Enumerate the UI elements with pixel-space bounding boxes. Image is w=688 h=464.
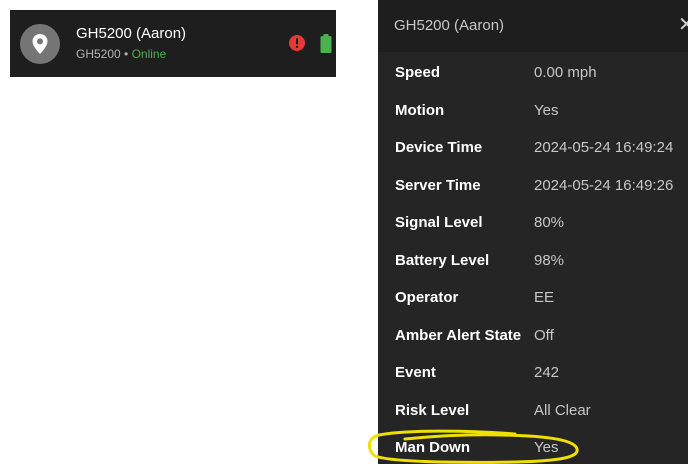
row-label: Motion: [395, 101, 445, 119]
row-label: Risk Level: [395, 401, 470, 419]
battery-full-icon[interactable]: [320, 34, 332, 53]
info-row-speed: Speed 0.00 mph: [378, 54, 688, 92]
row-value: 80%: [534, 214, 565, 231]
row-label: Amber Alert State: [395, 326, 522, 344]
highlight-circle: [368, 429, 579, 464]
close-icon[interactable]: ✕: [678, 15, 688, 35]
row-value: 98%: [534, 251, 565, 269]
map-pin-icon: [20, 24, 60, 64]
info-row-device-time: Device Time 2024-05-24 16:49:24: [378, 129, 688, 167]
device-name: GH5200 (Aaron): [76, 25, 187, 42]
info-row-battery-level: Battery Level 98%: [378, 242, 688, 280]
device-info-popup: GH5200 (Aaron) ✕ Speed 0.00 mph Motion Y…: [378, 0, 688, 464]
separator-dot: •: [124, 47, 129, 61]
device-subtitle: GH5200 • Online: [76, 47, 166, 61]
row-label: Battery Level: [395, 251, 490, 269]
row-value: 2024-05-24 16:49:26: [534, 176, 674, 194]
info-row-operator: Operator EE: [378, 279, 688, 317]
row-value: Yes: [534, 101, 559, 119]
row-value: 242: [534, 364, 560, 381]
row-label: Signal Level: [395, 214, 483, 231]
row-label: Speed: [395, 64, 441, 81]
row-label: Device Time: [395, 139, 483, 156]
exclamation-circle-icon[interactable]: [289, 35, 305, 51]
info-row-risk-level: Risk Level All Clear: [378, 392, 688, 430]
info-row-server-time: Server Time 2024-05-24 16:49:26: [378, 167, 688, 205]
info-row-event: Event 242: [378, 354, 688, 392]
status-online: Online: [131, 47, 167, 61]
row-label: Event: [395, 364, 436, 381]
info-row-motion: Motion Yes: [378, 92, 688, 130]
popup-header: GH5200 (Aaron) ✕: [378, 0, 688, 52]
popup-title: GH5200 (Aaron): [394, 17, 505, 34]
row-label: Server Time: [395, 176, 481, 194]
row-label: Operator: [395, 289, 459, 306]
row-value: EE: [534, 289, 555, 306]
row-value: Off: [534, 326, 554, 344]
row-value: 0.00 mph: [534, 64, 597, 81]
info-row-signal-level: Signal Level 80%: [378, 204, 688, 242]
device-list-item[interactable]: GH5200 (Aaron) GH5200 • Online: [10, 10, 336, 77]
row-value: All Clear: [534, 401, 591, 419]
info-row-amber-alert-state: Amber Alert State Off: [378, 317, 688, 355]
device-id: GH5200: [76, 47, 121, 61]
row-value: 2024-05-24 16:49:24: [534, 139, 674, 156]
